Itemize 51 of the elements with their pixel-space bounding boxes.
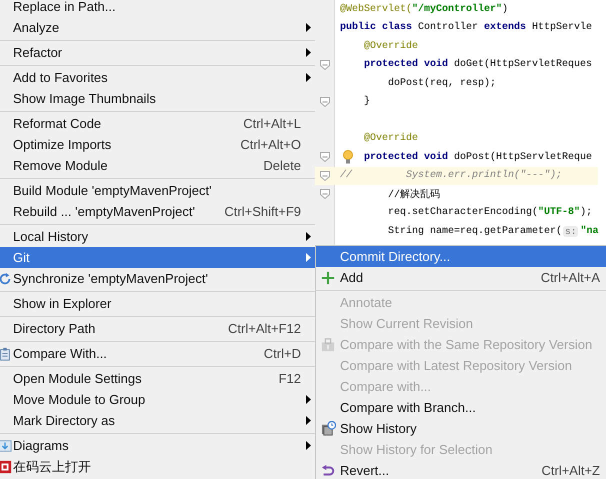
code-line: @WebServlet("/myController") xyxy=(340,4,508,15)
code-line: @Override xyxy=(364,40,418,52)
code-line: @Override xyxy=(364,133,418,144)
menu-item[interactable]: Add to Favorites xyxy=(0,67,315,88)
fold-marker-icon[interactable] xyxy=(320,170,330,181)
history-icon xyxy=(320,421,336,436)
menu-item[interactable]: Reformat Code Ctrl+Alt+L xyxy=(0,113,315,134)
menu-item[interactable]: Compare with Branch... xyxy=(316,397,606,418)
fold-marker-icon[interactable] xyxy=(320,96,330,107)
menu-item[interactable]: Compare With... Ctrl+D xyxy=(0,343,315,364)
menu-item[interactable]: Rebuild ... 'emptyMavenProject' Ctrl+Shift+F9 xyxy=(0,201,315,222)
menu-item[interactable]: Revert... Ctrl+Alt+Z xyxy=(316,460,606,479)
menu-item[interactable]: Directory Path Ctrl+Alt+F12 xyxy=(0,318,315,339)
code-line: protected void doGet(HttpServletReques xyxy=(364,59,592,70)
menu-item[interactable]: Mark Directory as xyxy=(0,410,315,431)
menu-item[interactable]: Remove Module Delete xyxy=(0,155,315,176)
plus-icon xyxy=(321,270,335,284)
menu-item[interactable]: Show in Explorer xyxy=(0,293,315,314)
code-line: doPost(req, resp); xyxy=(388,78,496,89)
undo-icon xyxy=(321,464,335,478)
menu-item[interactable]: 在码云上打开 xyxy=(0,456,315,477)
diagram-icon xyxy=(0,438,12,452)
code-line: String name=req.getParameter( xyxy=(388,226,562,237)
menu-item[interactable]: Move Module to Group xyxy=(0,389,315,410)
code-line: } xyxy=(364,96,370,108)
code-line: //解决乱码 xyxy=(388,188,440,202)
menu-item[interactable]: Commit Directory... xyxy=(316,246,606,267)
menu-item[interactable]: Diagrams xyxy=(0,435,315,456)
menu-item[interactable]: Synchronize 'emptyMavenProject' xyxy=(0,268,315,289)
menu-item[interactable]: Add Ctrl+Alt+A xyxy=(316,267,606,288)
menu-item[interactable]: Show History xyxy=(316,418,606,439)
menu-item[interactable]: Build Module 'emptyMavenProject' xyxy=(0,180,315,201)
code-line: protected void doPost(HttpServletReque xyxy=(364,152,592,163)
fold-marker-icon[interactable] xyxy=(320,60,330,70)
menu-item[interactable]: Open Module Settings F12 xyxy=(0,368,315,389)
menu-item[interactable]: Local History xyxy=(0,226,315,247)
sync-icon xyxy=(0,272,12,286)
code-line: "na xyxy=(580,226,598,237)
menu-item[interactable]: Show Image Thumbnails xyxy=(0,88,315,109)
code-line: // System.err.println("---"); xyxy=(340,170,562,182)
menu-item[interactable]: Optimize Imports Ctrl+Alt+O xyxy=(0,134,315,155)
menu-item[interactable]: Git xyxy=(0,247,315,268)
parameter-hint: s: xyxy=(563,226,578,237)
code-line: public class Controller extends HttpServle xyxy=(340,22,592,34)
code-line: req.setCharacterEncoding("UTF-8"); xyxy=(388,207,592,218)
menu-item[interactable]: Refactor xyxy=(0,42,315,63)
clipboard-icon xyxy=(0,346,12,360)
menu-item[interactable]: Replace in Path... xyxy=(0,0,315,17)
menu-item[interactable]: Analyze xyxy=(0,17,315,38)
logo-icon xyxy=(0,460,12,474)
lightbulb-icon[interactable] xyxy=(343,150,353,164)
